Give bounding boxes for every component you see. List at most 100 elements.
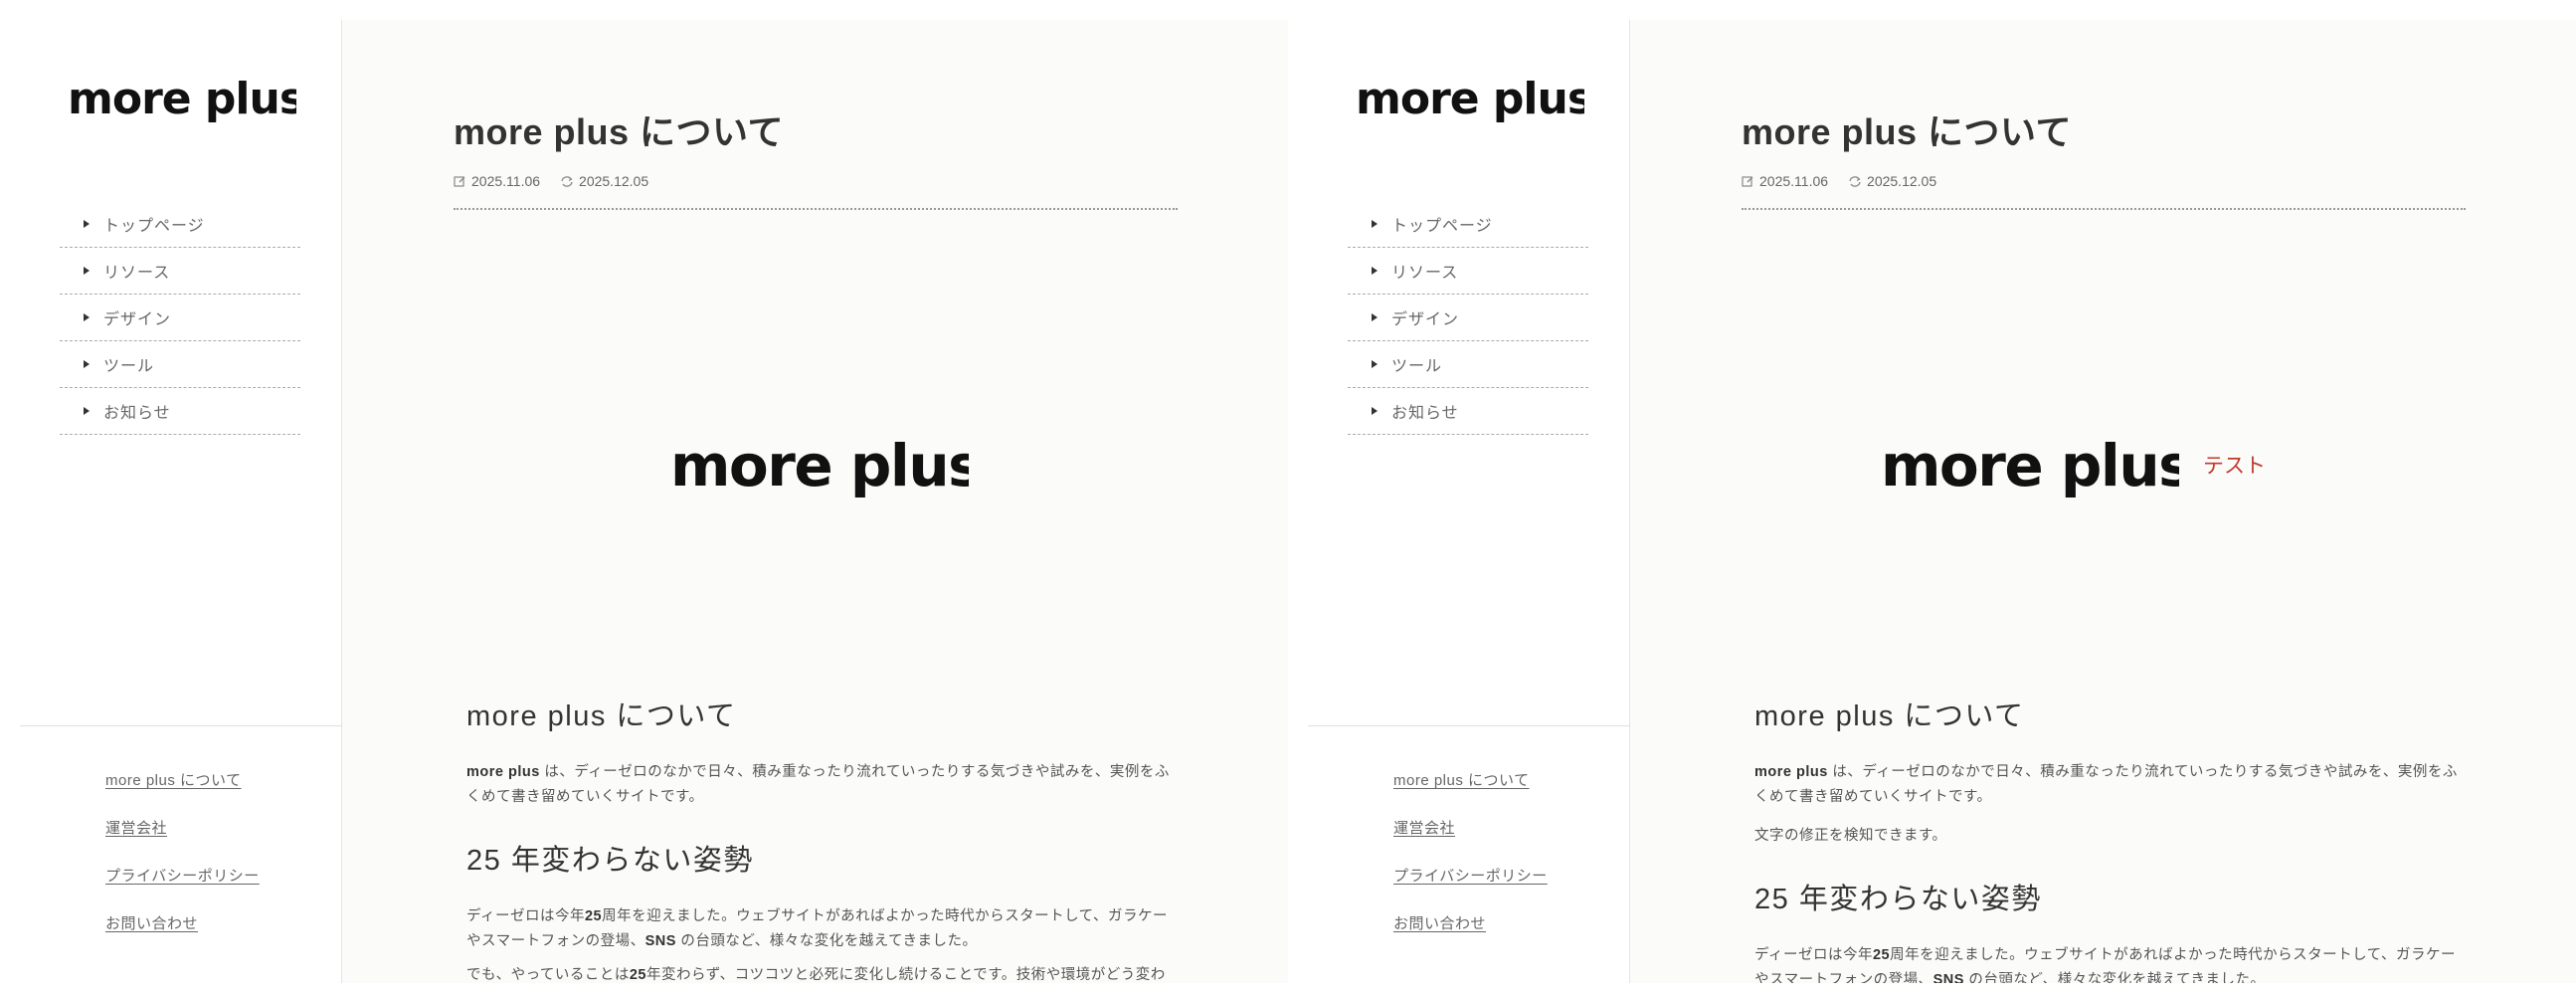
nav-item-label: リソース [103, 265, 171, 282]
footer-link-about[interactable]: more plus について [105, 772, 242, 789]
nav-item-label: デザイン [103, 311, 172, 328]
history-paragraph: ディーゼロは今年25周年を迎えました。ウェブサイトがあればよかった時代からスター… [466, 904, 1173, 954]
nav-triangle-icon [1372, 360, 1378, 368]
nav-item-top[interactable]: トップページ [60, 201, 300, 248]
intro-paragraph: more plus は、ディーゼロのなかで日々、積み重なったり流れていったりする… [1754, 760, 2461, 810]
footer-links: more plus について 運営会社 プライバシーポリシー お問い合わせ [1393, 769, 1548, 960]
para-number: 25 [629, 967, 646, 983]
para-number: 25 [584, 908, 603, 924]
heading-rest: 年変わらない姿勢 [1789, 884, 2042, 915]
published-date-text: 2025.11.06 [1759, 173, 1829, 189]
history-paragraph: ディーゼロは今年25周年を迎えました。ウェブサイトがあればよかった時代からスター… [1754, 943, 2461, 983]
footer-link-contact[interactable]: お問い合わせ [105, 915, 198, 932]
page-title: more plus について [454, 111, 784, 152]
para-sns: SNS [1932, 972, 1964, 983]
para-number: 25 [1872, 947, 1891, 963]
nav-item-resources[interactable]: リソース [1348, 248, 1588, 295]
nav-triangle-icon [1372, 407, 1378, 415]
title-divider [1742, 208, 2466, 210]
sidebar: more plus トップページ リソース デザイン ツール お知らせ more… [1308, 20, 1630, 983]
heading-brand: more plus [1754, 700, 1895, 732]
footer-link-contact[interactable]: お問い合わせ [1393, 915, 1486, 932]
post-meta: 2025.11.06 2025.12.05 [1742, 173, 1936, 189]
main-nav: トップページ リソース デザイン ツール お知らせ [60, 201, 300, 435]
nav-triangle-icon [84, 313, 90, 321]
section-heading-25-years: 25 年変わらない姿勢 [466, 837, 1173, 879]
published-date-text: 2025.11.06 [471, 173, 541, 189]
main-content: more plus について 2025.11.06 2025.12.05 mor… [1630, 20, 2576, 983]
hero-logo-mark: more plus [670, 432, 983, 499]
nav-item-top[interactable]: トップページ [1348, 201, 1588, 248]
nav-item-label: ツール [103, 358, 155, 375]
intro-text: は、ディーゼロのなかで日々、積み重なったり流れていったりする気づきや試みを、実例… [1754, 764, 2458, 805]
intro-text: は、ディーゼロのなかで日々、積み重なったり流れていったりする気づきや試みを、実例… [466, 764, 1170, 805]
nav-item-label: トップページ [103, 218, 205, 235]
nav-item-tools[interactable]: ツール [60, 341, 300, 388]
published-date: 2025.11.06 [1742, 173, 1828, 189]
nav-item-label: お知らせ [103, 405, 171, 422]
site-logo[interactable]: more plus [68, 74, 305, 142]
updated-date-text: 2025.12.05 [579, 173, 649, 189]
section-heading-25-years: 25 年変わらない姿勢 [1754, 876, 2461, 917]
edit-icon [454, 175, 465, 187]
nav-item-resources[interactable]: リソース [60, 248, 300, 295]
nav-item-design[interactable]: デザイン [60, 295, 300, 341]
page-title: more plus について [1742, 111, 2072, 152]
para-text: の台頭など、様々な変化を越えてきました。 [675, 933, 978, 949]
heading-rest: 年変わらない姿勢 [501, 845, 754, 877]
sidebar-footer: more plus について 運営会社 プライバシーポリシー お問い合わせ [1308, 725, 1629, 983]
article-body: more plus について more plus は、ディーゼロのなかで日々、積… [1754, 693, 2461, 983]
title-divider [454, 208, 1178, 210]
nav-item-news[interactable]: お知らせ [1348, 388, 1588, 435]
hero-image: more plus [670, 432, 983, 520]
heading-rest: について [606, 700, 737, 732]
site-logo-text: more plus [1356, 78, 1584, 124]
article-body: more plus について more plus は、ディーゼロのなかで日々、積… [466, 693, 1173, 983]
footer-link-privacy[interactable]: プライバシーポリシー [105, 868, 260, 885]
post-meta: 2025.11.06 2025.12.05 [454, 173, 648, 189]
hero-logo-text: more plus [670, 436, 969, 499]
para-text: の台頭など、様々な変化を越えてきました。 [1963, 972, 2266, 983]
hero-logo-text: more plus [1881, 436, 2179, 499]
sidebar: more plus トップページ リソース デザイン ツール お知らせ more… [20, 20, 342, 983]
browser-pane-right: more plus トップページ リソース デザイン ツール お知らせ more… [1308, 20, 2576, 983]
intro-paragraph: more plus は、ディーゼロのなかで日々、積み重なったり流れていったりする… [466, 760, 1173, 810]
hero-image: more plus [1881, 432, 2193, 520]
nav-item-label: トップページ [1391, 218, 1493, 235]
footer-link-privacy[interactable]: プライバシーポリシー [1393, 868, 1548, 885]
intro-brand: more plus [1754, 764, 1828, 780]
nav-item-news[interactable]: お知らせ [60, 388, 300, 435]
nav-item-label: お知らせ [1391, 405, 1459, 422]
heading-brand: more plus [466, 700, 607, 732]
section-heading-about: more plus について [1754, 693, 2461, 734]
correction-note: 文字の修正を検知できます。 [1754, 828, 1947, 844]
nav-triangle-icon [1372, 267, 1378, 275]
hero-test-label: テスト [2203, 455, 2266, 478]
nav-item-label: ツール [1391, 358, 1443, 375]
para-text: ディーゼロは今年 [466, 908, 585, 924]
updated-date: 2025.12.05 [1848, 173, 1936, 189]
nav-item-tools[interactable]: ツール [1348, 341, 1588, 388]
nav-triangle-icon [84, 267, 90, 275]
main-content: more plus について 2025.11.06 2025.12.05 mor… [342, 20, 1288, 983]
para-sns: SNS [644, 933, 676, 949]
site-logo[interactable]: more plus [1356, 74, 1593, 142]
updated-date: 2025.12.05 [560, 173, 648, 189]
site-logo-mark: more plus [1356, 74, 1593, 124]
sidebar-footer: more plus について 運営会社 プライバシーポリシー お問い合わせ [20, 725, 341, 983]
nav-item-label: リソース [1391, 265, 1459, 282]
para-text: でも、やっていることは [466, 967, 630, 983]
heading-number: 25 [1754, 884, 1790, 915]
nav-triangle-icon [84, 360, 90, 368]
nav-item-design[interactable]: デザイン [1348, 295, 1588, 341]
heading-rest: について [1894, 700, 2025, 732]
nav-item-label: デザイン [1391, 311, 1460, 328]
para-text: ディーゼロは今年 [1754, 947, 1873, 963]
site-logo-text: more plus [68, 78, 296, 124]
attitude-paragraph: でも、やっていることは25年変わらず、コツコツと必死に変化し続けることです。技術… [466, 963, 1173, 983]
footer-links: more plus について 運営会社 プライバシーポリシー お問い合わせ [105, 769, 260, 960]
footer-link-company[interactable]: 運営会社 [1393, 820, 1455, 837]
footer-link-about[interactable]: more plus について [1393, 772, 1530, 789]
published-date: 2025.11.06 [454, 173, 540, 189]
footer-link-company[interactable]: 運営会社 [105, 820, 167, 837]
